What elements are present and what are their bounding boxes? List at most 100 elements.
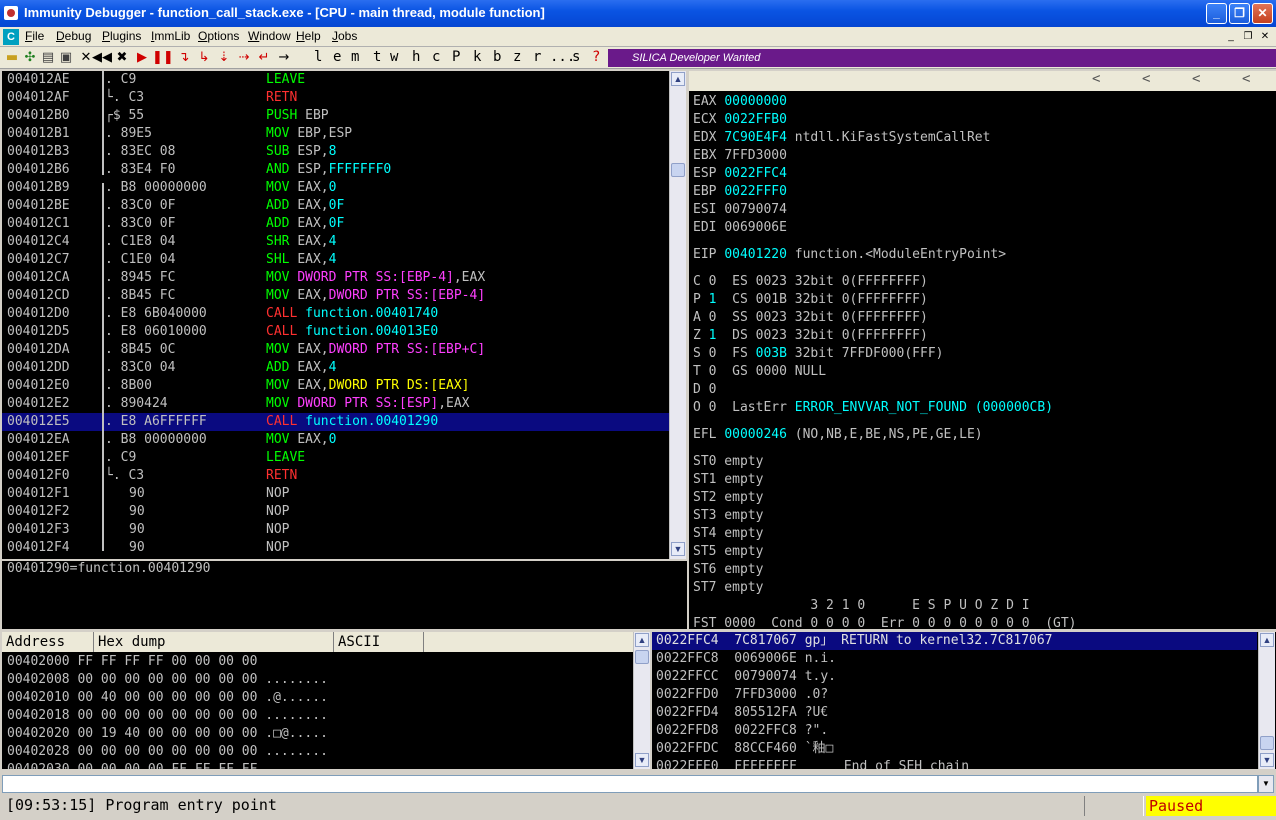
stack-row[interactable]: 0022FFCC 00790074 t.y. [652,668,1257,686]
register-row[interactable]: EIP 00401220 function.<ModuleEntryPoint> [693,246,1006,264]
toolbar-references-button[interactable]: r [533,49,541,65]
toolbar-executables-button[interactable]: e [333,49,341,65]
register-row[interactable]: ST6 empty [693,561,763,579]
registers-header[interactable]: Registers (FPU) [689,71,1276,109]
register-row[interactable]: EBX 7FFD3000 [693,147,787,165]
title-bar[interactable]: Immunity Debugger - function_call_stack.… [0,0,1276,27]
toolbar-cpu-button[interactable]: c [432,49,440,65]
mdi-close-button[interactable]: ✕ [1258,30,1272,44]
trace-into-icon[interactable]: ⇣ [216,50,232,66]
open-file-icon[interactable]: ▬ [4,50,20,66]
stack-row[interactable]: 0022FFE0 FFFFFFFF End of SEH chain [652,758,1257,769]
command-input[interactable] [2,775,1258,793]
scroll-thumb[interactable] [1260,736,1274,750]
toolbar-callstack-button[interactable]: k [473,49,481,65]
toolbar-memory-button[interactable]: m [351,49,359,65]
toolbar-windows-button[interactable]: w [390,49,398,65]
dump-pane[interactable]: Address Hex dump ASCII 00402000 FF FF FF… [2,632,650,769]
attach-icon[interactable]: ✣ [22,50,38,66]
menu-help[interactable]: Help [296,29,321,43]
menu-file[interactable]: File [25,29,44,43]
step-over-icon[interactable]: ↳ [196,50,212,66]
toolbar-breakpoints-button[interactable]: b [493,49,501,65]
menu-options[interactable]: Options [198,29,239,43]
register-row[interactable]: EFL 00000246 (NO,NB,E,BE,NS,PE,GE,LE) [693,426,983,444]
scroll-up-icon[interactable]: ▲ [671,72,685,86]
cpu-window-icon[interactable]: C [3,29,19,45]
dump-row[interactable]: 00402008 00 00 00 00 00 00 00 00 .......… [7,671,328,689]
register-row[interactable]: ST4 empty [693,525,763,543]
mdi-minimize-button[interactable]: _ [1224,30,1238,44]
execute-till-return-icon[interactable]: ↵ [256,50,272,66]
dump-col-hex[interactable]: Hex dump [94,632,334,652]
disassembly-scrollbar[interactable]: ▲ ▼ [669,71,686,559]
dump-row[interactable]: 00402030 00 00 00 00 FF FF FF FF [7,761,265,769]
registers-pane[interactable]: Registers (FPU) < < < < EAX 00000000 ECX … [689,71,1276,629]
toolbar-help-button[interactable]: ? [592,49,600,65]
register-row[interactable]: ST1 empty [693,471,763,489]
step-back-icon[interactable]: ◀◀ [92,50,112,66]
toolbar-handles-button[interactable]: h [412,49,420,65]
register-row[interactable]: O 0 LastErr ERROR_ENVVAR_NOT_FOUND (0000… [693,399,1053,417]
stack-scrollbar[interactable]: ▲ ▼ [1258,632,1275,769]
dump-col-address[interactable]: Address [2,632,94,652]
app-icon[interactable] [4,6,18,20]
register-view-arrow[interactable]: < [1192,71,1200,87]
scroll-up-icon[interactable]: ▲ [635,633,649,647]
register-row[interactable]: 3 2 1 0 E S P U O Z D I [693,597,1029,615]
menu-immlib[interactable]: ImmLib [151,29,190,43]
step-into-icon[interactable]: ↴ [176,50,192,66]
register-row[interactable]: ESI 00790074 [693,201,787,219]
scroll-down-icon[interactable]: ▼ [635,753,649,767]
menu-debug[interactable]: Debug [56,29,91,43]
dump-col-ascii[interactable]: ASCII [334,632,424,652]
stack-row[interactable]: 0022FFD4 805512FA ?U€ [652,704,1257,722]
register-row[interactable]: ST3 empty [693,507,763,525]
register-row[interactable]: Z 1 DS 0023 32bit 0(FFFFFFFF) [693,327,928,345]
window-icon[interactable]: ▣ [58,50,74,66]
info-pane[interactable]: 00401290=function.00401290 [2,561,687,629]
stack-row[interactable]: 0022FFD0 7FFD3000 .0? [652,686,1257,704]
register-row[interactable]: ECX 0022FFB0 [693,111,787,129]
dump-row[interactable]: 00402028 00 00 00 00 00 00 00 00 .......… [7,743,328,761]
stack-row[interactable]: 0022FFC8 0069006E n.i. [652,650,1257,668]
stack-pane[interactable]: 0022FFC4 7C817067 gp」 RETURN to kernel32… [652,632,1276,769]
scroll-thumb[interactable] [635,650,649,664]
register-row[interactable]: T 0 GS 0000 NULL [693,363,826,381]
dump-row[interactable]: 00402000 FF FF FF FF 00 00 00 00 [7,653,265,671]
chevron-down-icon[interactable]: ▼ [1258,775,1274,793]
close-button[interactable]: ✕ [1252,3,1273,24]
menu-jobs[interactable]: Jobs [332,29,357,43]
stack-row[interactable]: 0022FFD8 0022FFC8 ?". [652,722,1257,740]
register-row[interactable]: ST7 empty [693,579,763,597]
register-view-arrow[interactable]: < [1142,71,1150,87]
maximize-button[interactable]: ❐ [1229,3,1250,24]
register-row[interactable]: ST2 empty [693,489,763,507]
register-row[interactable]: FST 0000 Cond 0 0 0 0 Err 0 0 0 0 0 0 0 … [693,615,1077,629]
toolbar-threads-button[interactable]: t [373,49,381,65]
register-row[interactable]: EDI 0069006E [693,219,787,237]
toolbar-patches-button[interactable]: P [452,49,460,65]
register-row[interactable]: ST0 empty [693,453,763,471]
register-row[interactable]: C 0 ES 0023 32bit 0(FFFFFFFF) [693,273,928,291]
scroll-up-icon[interactable]: ▲ [1260,633,1274,647]
register-row[interactable]: EBP 0022FFF0 [693,183,787,201]
register-row[interactable]: EAX 00000000 [693,93,787,111]
scroll-down-icon[interactable]: ▼ [1260,753,1274,767]
register-row[interactable]: P 1 CS 001B 32bit 0(FFFFFFFF) [693,291,928,309]
register-row[interactable]: A 0 SS 0023 32bit 0(FFFFFFFF) [693,309,928,327]
dump-scrollbar[interactable]: ▲ ▼ [633,632,650,769]
scroll-thumb[interactable] [671,163,685,177]
run-icon[interactable]: ▶ [134,50,150,66]
register-row[interactable]: ESP 0022FFC4 [693,165,787,183]
go-to-icon[interactable]: → [276,50,292,66]
dump-row[interactable]: 00402020 00 19 40 00 00 00 00 00 .□@....… [7,725,328,743]
register-row[interactable]: ST5 empty [693,543,763,561]
dump-row[interactable]: 00402018 00 00 00 00 00 00 00 00 .......… [7,707,328,725]
trace-over-icon[interactable]: ⇢ [236,50,252,66]
register-row[interactable]: EDX 7C90E4F4 ntdll.KiFastSystemCallRet [693,129,990,147]
register-view-arrow[interactable]: < [1242,71,1250,87]
minimize-button[interactable]: _ [1206,3,1227,24]
toolbar-source-button[interactable]: s [572,49,580,65]
toolbar-log-button[interactable]: l [314,49,322,65]
